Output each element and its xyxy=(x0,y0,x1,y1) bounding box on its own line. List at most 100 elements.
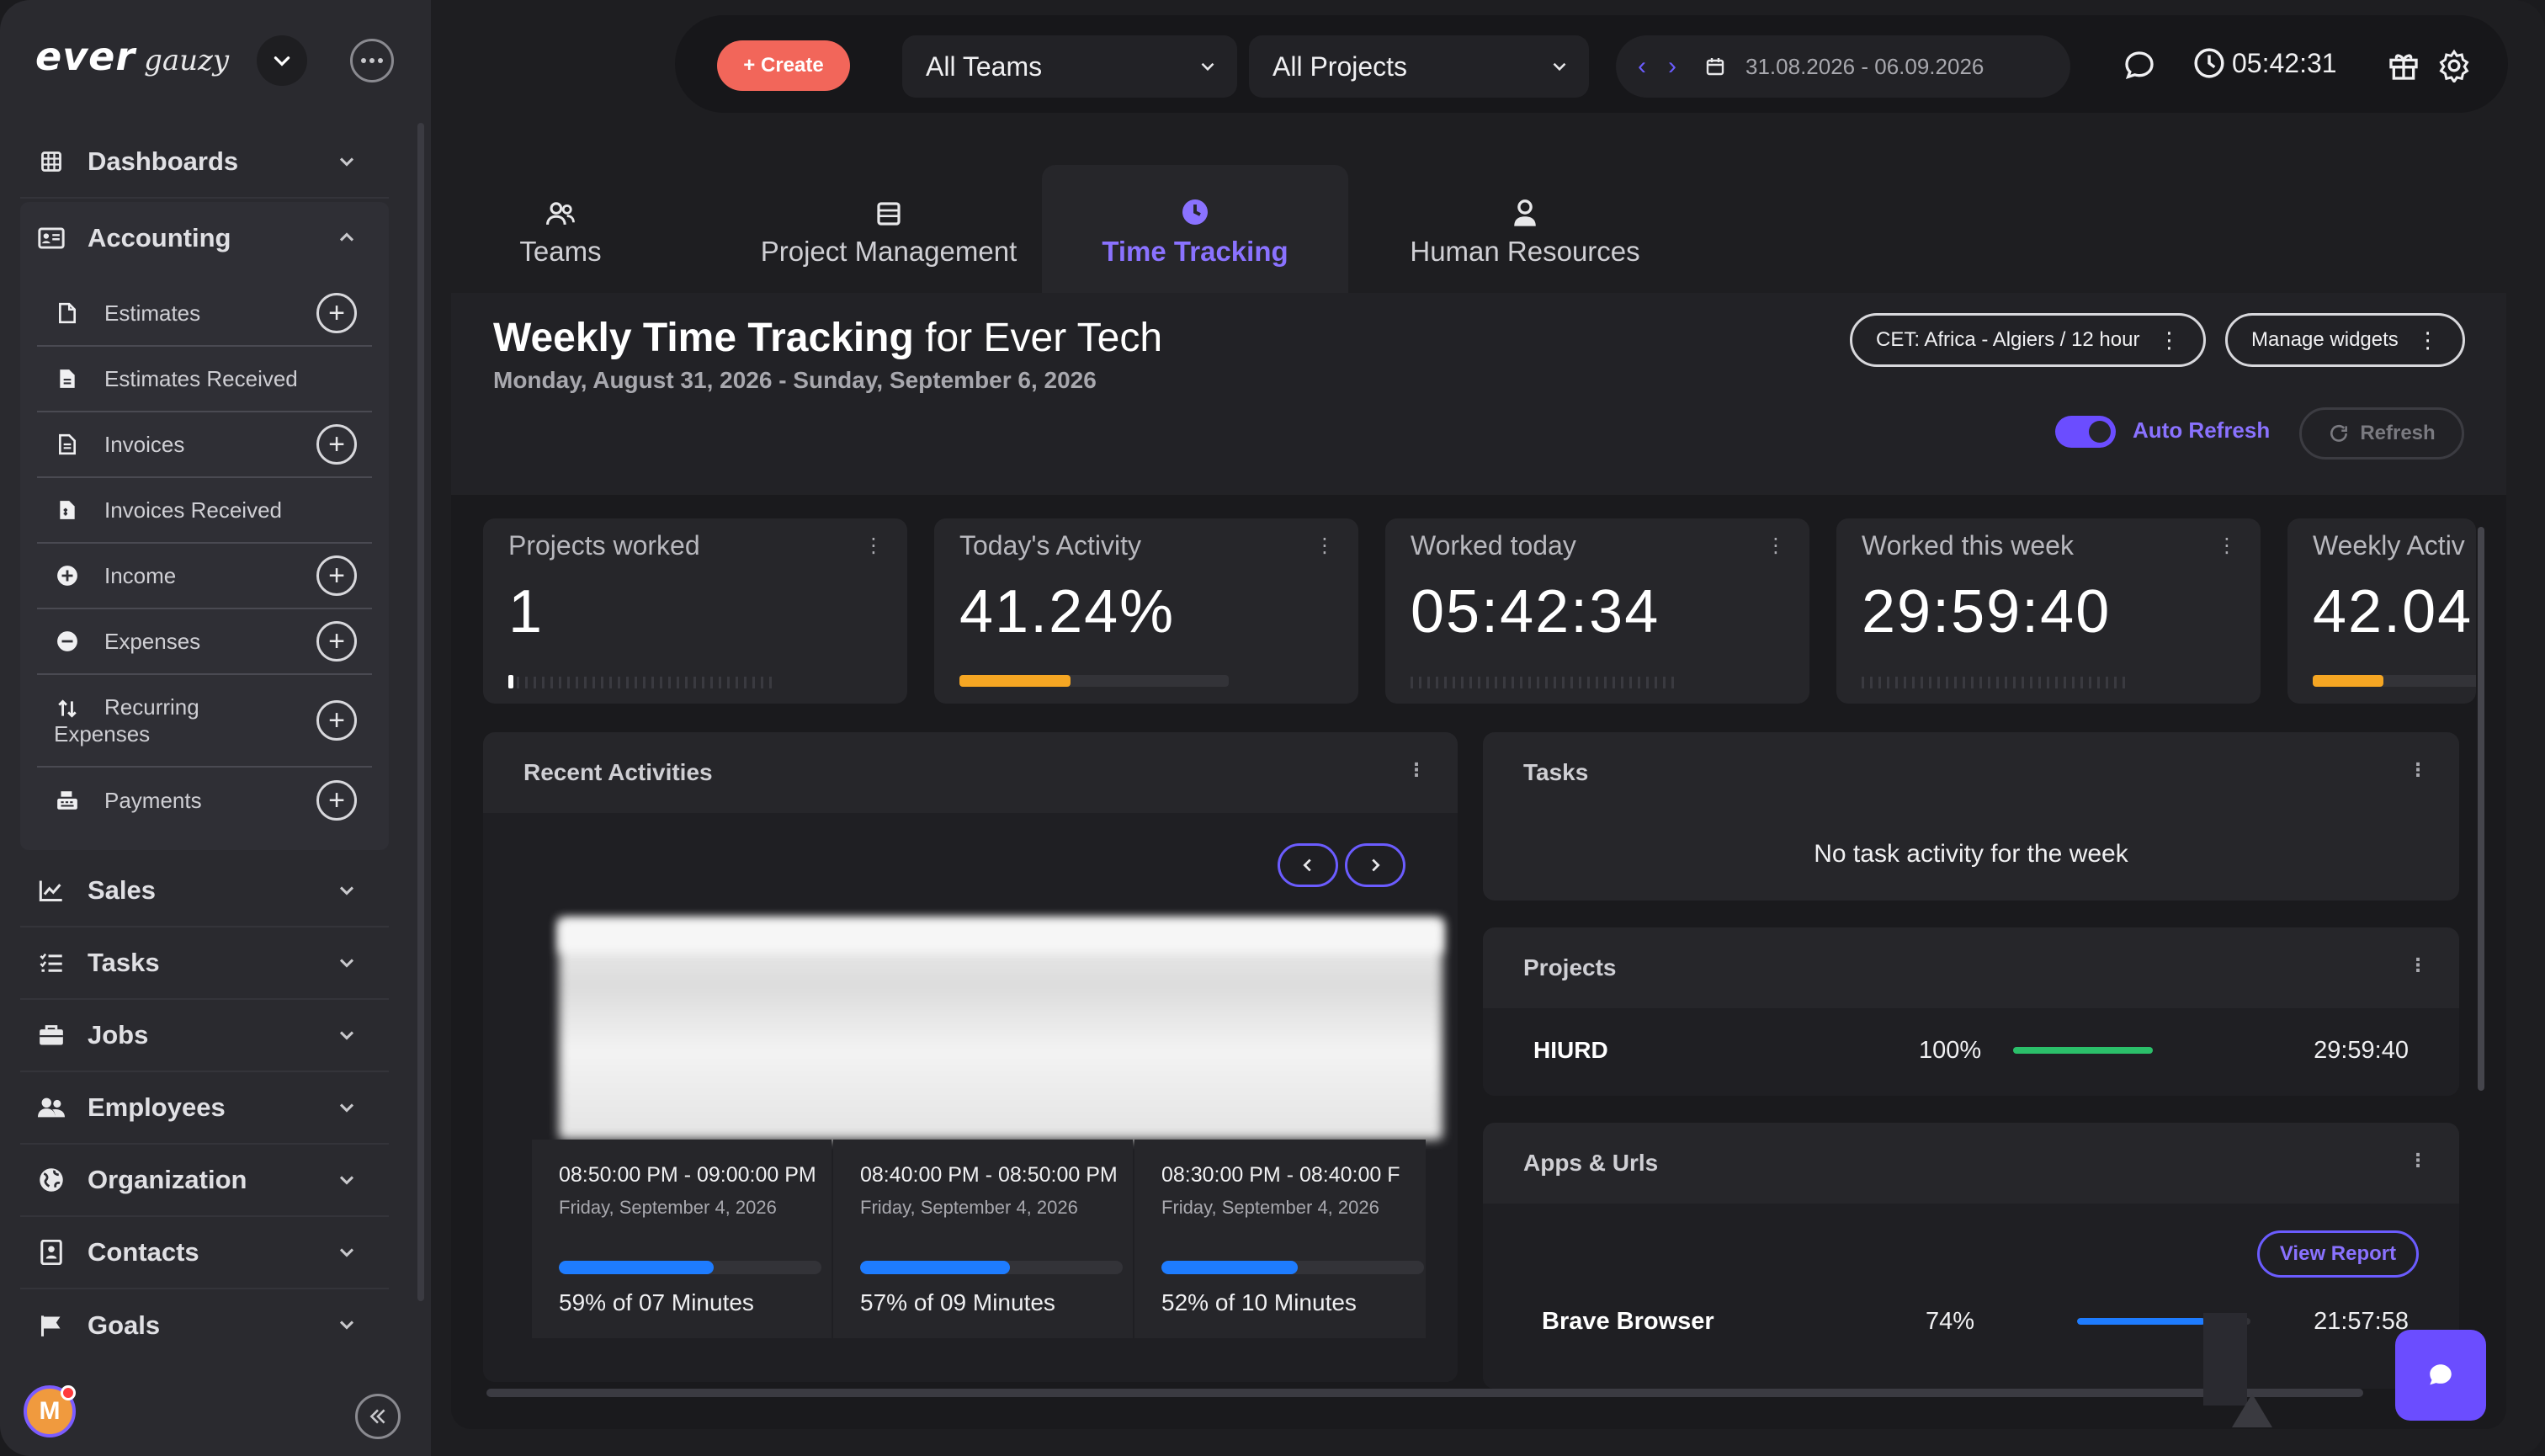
gear-icon[interactable] xyxy=(2437,49,2471,82)
collapse-sidebar-button[interactable] xyxy=(355,1394,401,1439)
activity-card[interactable]: 08:40:00 PM - 08:50:00 PM Friday, Septem… xyxy=(833,1140,1133,1338)
project-select-value: All Projects xyxy=(1272,50,1408,82)
sidebar-item-jobs[interactable]: Jobs xyxy=(20,1000,389,1072)
sidebar-item-tasks[interactable]: Tasks xyxy=(20,927,389,1000)
app-row[interactable]: Brave Browser 74% 21:57:58 xyxy=(1483,1288,2459,1372)
file-icon xyxy=(56,301,79,325)
more-options-button[interactable] xyxy=(350,39,394,82)
sidebar-item-income[interactable]: Income + xyxy=(37,544,372,609)
view-report-button[interactable]: View Report xyxy=(2257,1230,2419,1278)
manage-widgets-button[interactable]: Manage widgets ⋮ xyxy=(2225,313,2465,367)
sidebar-item-estimates-received[interactable]: Estimates Received xyxy=(37,347,372,412)
page-title-bold: Weekly Time Tracking xyxy=(493,316,914,360)
sidebar-item-organization[interactable]: Organization xyxy=(20,1145,389,1217)
stat-progress-bar xyxy=(2313,675,2476,687)
timezone-button[interactable]: CET: Africa - Algiers / 12 hour ⋮ xyxy=(1850,313,2207,367)
date-range-picker[interactable]: ‹ › 31.08.2026 - 06.09.2026 xyxy=(1616,35,2070,98)
accounting-submenu: Estimates + Estimates Received Invoices … xyxy=(20,274,389,850)
chevron-down-icon xyxy=(339,1176,354,1185)
sidebar-item-recurring-expenses[interactable]: Recurring Expenses + xyxy=(37,675,372,768)
sidebar-item-goals[interactable]: Goals xyxy=(20,1289,389,1362)
chat-icon[interactable] xyxy=(2123,49,2156,82)
add-income-button[interactable]: + xyxy=(316,555,357,596)
kebab-icon[interactable]: ⋮ xyxy=(863,534,884,558)
invoice-icon xyxy=(56,433,79,456)
widget-header: Tasks ⋮ xyxy=(1483,732,2459,813)
auto-refresh-toggle[interactable] xyxy=(2055,416,2116,448)
sidebar-item-payments[interactable]: Payments + xyxy=(37,768,372,833)
panel-header: Weekly Time Tracking for Ever Tech Monda… xyxy=(451,293,2506,495)
timer[interactable]: 05:42:31 xyxy=(2193,47,2337,79)
apps-urls-widget: Apps & Urls ⋮ View Report Brave Browser … xyxy=(1483,1123,2459,1389)
kebab-icon[interactable]: ⋮ xyxy=(1407,759,1426,781)
project-progress-fill xyxy=(2013,1047,2153,1054)
stat-bar-ticks xyxy=(1411,677,1680,688)
kebab-icon[interactable]: ⋮ xyxy=(2409,1150,2427,1172)
refresh-button[interactable]: Refresh xyxy=(2299,407,2464,460)
tab-human-resources[interactable]: Human Resources xyxy=(1382,165,1668,293)
tab-label: Teams xyxy=(519,236,602,267)
sidebar-item-label: Estimates xyxy=(104,300,201,326)
add-payment-button[interactable]: + xyxy=(316,780,357,821)
sidebar-item-label: Sales xyxy=(88,875,157,905)
kebab-icon[interactable]: ⋮ xyxy=(2217,534,2237,558)
activity-time: 08:40:00 PM - 08:50:00 PM xyxy=(860,1163,1118,1187)
sidebar-item-invoices-received[interactable]: Invoices Received xyxy=(37,478,372,544)
add-estimate-button[interactable]: + xyxy=(316,293,357,333)
chat-bubble-icon xyxy=(2430,1364,2452,1385)
sidebar-item-expenses[interactable]: Expenses + xyxy=(37,609,372,675)
page-title: Weekly Time Tracking for Ever Tech xyxy=(493,315,1162,361)
tab-time-tracking[interactable]: Time Tracking xyxy=(1042,165,1348,293)
tab-project-management[interactable]: Project Management xyxy=(704,165,1074,293)
chevron-left-icon[interactable]: ‹ xyxy=(1638,52,1646,81)
team-select[interactable]: All Teams xyxy=(902,35,1237,98)
add-recurring-expense-button[interactable]: + xyxy=(316,700,357,741)
kebab-icon[interactable]: ⋮ xyxy=(2409,759,2427,781)
chevron-right-icon[interactable]: › xyxy=(1668,52,1676,81)
sidebar-item-label: Payments xyxy=(104,787,202,813)
next-activity-button[interactable] xyxy=(1345,843,1405,887)
sidebar-item-label: Invoices Received xyxy=(104,497,282,523)
kebab-icon[interactable]: ⋮ xyxy=(1766,534,1786,558)
gift-icon[interactable] xyxy=(2387,49,2420,82)
sidebar-item-employees[interactable]: Employees xyxy=(20,1072,389,1145)
brand-menu-toggle[interactable] xyxy=(257,35,307,86)
add-invoice-button[interactable]: + xyxy=(316,424,357,465)
project-row[interactable]: HIURD 100% 29:59:40 xyxy=(1483,1008,2459,1096)
kebab-icon[interactable]: ⋮ xyxy=(2409,954,2427,976)
previous-activity-button[interactable] xyxy=(1278,843,1338,887)
sidebar-item-accounting[interactable]: Accounting xyxy=(20,202,389,274)
cash-register-icon xyxy=(56,789,79,812)
sidebar-item-invoices[interactable]: Invoices + xyxy=(37,412,372,478)
sidebar-item-estimates[interactable]: Estimates + xyxy=(37,281,372,347)
brand-logo[interactable]: ever gauzy xyxy=(35,34,229,81)
panel-horizontal-scrollbar[interactable] xyxy=(486,1389,2363,1397)
activity-card[interactable]: 08:50:00 PM - 09:00:00 PM Friday, Septem… xyxy=(532,1140,832,1338)
sidebar-item-sales[interactable]: Sales xyxy=(20,855,389,927)
chevron-left-icon xyxy=(1303,858,1311,872)
activity-progress-bar xyxy=(1161,1261,1424,1274)
sidebar-item-dashboards[interactable]: Dashboards xyxy=(20,126,389,199)
sidebar-item-contacts[interactable]: Contacts xyxy=(20,1217,389,1289)
user-icon xyxy=(1514,199,1536,226)
sidebar-scrollbar[interactable] xyxy=(417,123,424,1301)
project-select[interactable]: All Projects xyxy=(1249,35,1589,98)
chevron-down-icon xyxy=(339,157,354,167)
file-filled-icon xyxy=(56,367,79,391)
scroll-indicator xyxy=(2203,1313,2247,1406)
panel-vertical-scrollbar[interactable] xyxy=(2478,527,2484,1091)
support-chat-button[interactable] xyxy=(2395,1330,2486,1421)
widget-title: Recent Activities xyxy=(523,759,713,785)
users-icon xyxy=(546,202,575,225)
tab-label: Time Tracking xyxy=(1102,236,1288,267)
stat-title: Today's Activity xyxy=(959,530,1141,561)
activity-summary: 59% of 07 Minutes xyxy=(559,1289,754,1315)
add-expense-button[interactable]: + xyxy=(316,621,357,662)
create-button[interactable]: + Create xyxy=(717,40,850,91)
widget-header: Projects ⋮ xyxy=(1483,927,2459,1008)
manage-widgets-label: Manage widgets xyxy=(2251,328,2399,351)
activity-card[interactable]: 08:30:00 PM - 08:40:00 F Friday, Septemb… xyxy=(1134,1140,1426,1338)
kebab-icon[interactable]: ⋮ xyxy=(1315,534,1335,558)
tab-teams[interactable]: Teams xyxy=(451,165,670,293)
stat-value: 29:59:40 xyxy=(1862,578,2112,646)
